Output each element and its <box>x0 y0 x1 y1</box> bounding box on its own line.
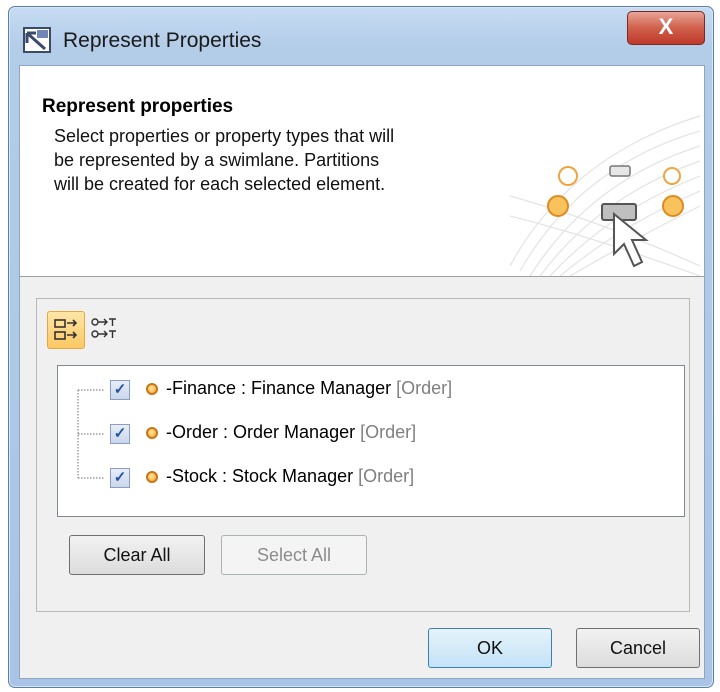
tree-item-order[interactable]: -Order : Order Manager [Order] <box>166 422 416 443</box>
group-by-types-button[interactable] <box>87 311 123 347</box>
property-owner: [Order] <box>358 466 415 486</box>
property-checkbox-stock[interactable]: ✓ <box>110 468 130 488</box>
properties-panel: ✓ -Finance : Finance Manager [Order] ✓ -… <box>36 298 690 612</box>
property-owner: [Order] <box>396 378 453 398</box>
property-type: Stock Manager <box>232 466 354 486</box>
tree-item-finance[interactable]: -Finance : Finance Manager [Order] <box>166 378 452 399</box>
property-owner: [Order] <box>360 422 417 442</box>
properties-tree[interactable]: ✓ -Finance : Finance Manager [Order] ✓ -… <box>57 365 685 517</box>
swimlane-illustration-icon <box>510 115 700 276</box>
dialog-window: Represent Properties X Represent propert… <box>8 6 714 688</box>
group-by-properties-button[interactable] <box>47 311 85 349</box>
property-type: Finance Manager <box>251 378 392 398</box>
property-types-icon <box>91 318 116 338</box>
close-button[interactable]: X <box>627 11 705 45</box>
ok-button[interactable]: OK <box>428 628 552 668</box>
dialog-body: Represent properties Select properties o… <box>19 65 705 679</box>
tree-lines <box>77 389 104 479</box>
property-icon <box>146 471 158 483</box>
clear-all-button[interactable]: Clear All <box>69 535 205 575</box>
separator: : <box>236 378 252 398</box>
property-type: Order Manager <box>233 422 356 442</box>
property-icon <box>146 383 158 395</box>
tree-item-stock[interactable]: -Stock : Stock Manager [Order] <box>166 466 414 487</box>
cancel-button[interactable]: Cancel <box>576 628 700 668</box>
description-line: be represented by a swimlane. Partitions <box>54 150 380 170</box>
property-name: -Finance <box>166 378 237 398</box>
property-checkbox-order[interactable]: ✓ <box>110 424 130 444</box>
close-icon: X <box>658 14 674 39</box>
description-line: Select properties or property types that… <box>54 126 395 146</box>
header-title: Represent properties <box>42 96 234 117</box>
property-icon <box>146 427 158 439</box>
window-title: Represent Properties <box>63 29 262 52</box>
separator: : <box>217 466 233 486</box>
select-all-button[interactable]: Select All <box>221 535 367 575</box>
property-name: -Stock <box>166 466 218 486</box>
property-checkbox-finance[interactable]: ✓ <box>110 380 130 400</box>
title-bar[interactable]: Represent Properties X <box>9 7 713 65</box>
dialog-header: Represent properties Select properties o… <box>20 66 704 277</box>
properties-tree-icon <box>54 319 78 340</box>
separator: : <box>218 422 234 442</box>
property-name: -Order <box>166 422 219 442</box>
app-icon <box>23 27 51 53</box>
header-description: Select properties or property types that… <box>54 124 494 196</box>
description-line: will be created for each selected elemen… <box>54 174 386 194</box>
